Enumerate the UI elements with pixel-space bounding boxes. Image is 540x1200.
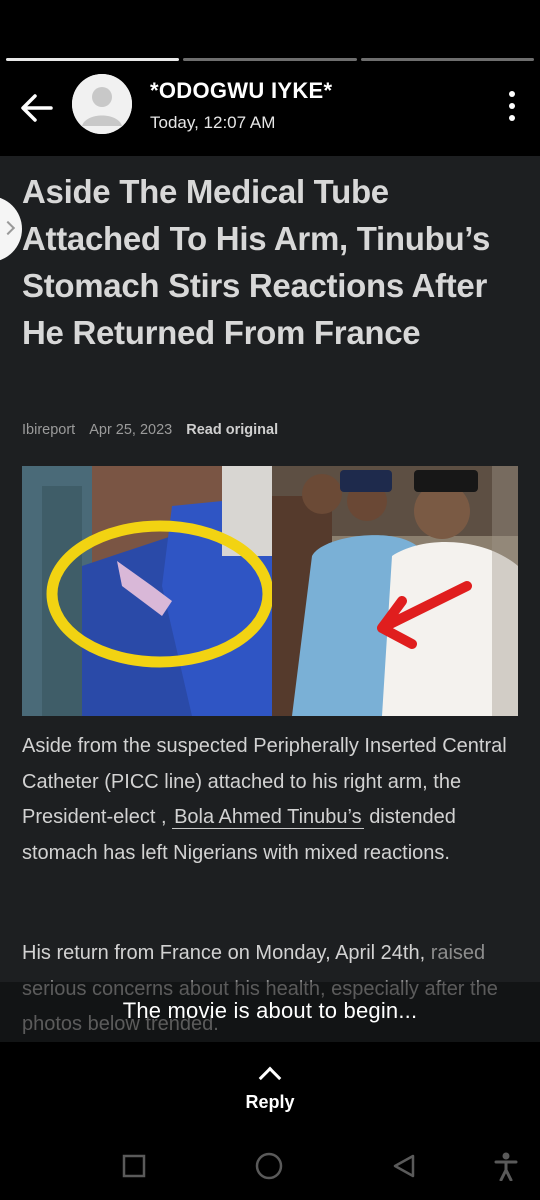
menu-dot xyxy=(509,115,515,121)
avatar[interactable] xyxy=(72,74,132,134)
recent-apps-button[interactable] xyxy=(118,1150,150,1182)
back-nav-button[interactable] xyxy=(388,1150,420,1182)
square-icon xyxy=(122,1154,146,1178)
article-headline: Aside The Medical Tube Attached To His A… xyxy=(22,173,490,351)
article-meta: Ibireport Apr 25, 2023 Read original xyxy=(22,422,278,438)
status-image: Aside The Medical Tube Attached To His A… xyxy=(0,156,540,1042)
home-button[interactable] xyxy=(253,1150,285,1182)
status-caption: The movie is about to begin... xyxy=(122,998,418,1023)
article-date: Apr 25, 2023 xyxy=(89,422,173,438)
more-vertical-icon xyxy=(509,91,515,97)
paragraph-text: His return from France on Monday, April … xyxy=(22,942,426,964)
triangle-back-icon xyxy=(393,1154,415,1178)
progress-segment-active xyxy=(6,58,180,61)
system-nav-bar xyxy=(0,1140,540,1188)
accessibility-icon xyxy=(494,1152,518,1181)
status-timestamp: Today, 12:07 AM xyxy=(150,113,276,132)
reply-label: Reply xyxy=(245,1092,295,1112)
reply-button[interactable]: Reply xyxy=(0,1062,540,1113)
menu-dot xyxy=(509,103,515,109)
arrow-left-icon xyxy=(21,94,53,122)
article-photo xyxy=(22,466,518,716)
read-original-link: Read original xyxy=(186,422,279,438)
back-button[interactable] xyxy=(14,86,58,130)
side-handle-icon xyxy=(0,196,22,262)
chevron-up-icon xyxy=(258,1066,282,1090)
progress-segment xyxy=(360,58,534,61)
accessibility-button[interactable] xyxy=(490,1150,522,1182)
circle-icon xyxy=(255,1152,283,1180)
story-progress xyxy=(6,58,534,62)
progress-segment xyxy=(183,58,357,61)
more-options-button[interactable] xyxy=(502,88,522,124)
default-avatar-icon xyxy=(72,74,132,134)
status-header: *ODOGWU IYKE* Today, 12:07 AM xyxy=(0,68,540,148)
article-link: Bola Ahmed Tinubu’s xyxy=(172,806,364,829)
article-source: Ibireport xyxy=(22,422,76,438)
contact-name: *ODOGWU IYKE* xyxy=(150,78,333,103)
photo-illustration xyxy=(22,466,518,716)
article-paragraph-1: Aside from the suspected Peripherally In… xyxy=(22,729,522,871)
